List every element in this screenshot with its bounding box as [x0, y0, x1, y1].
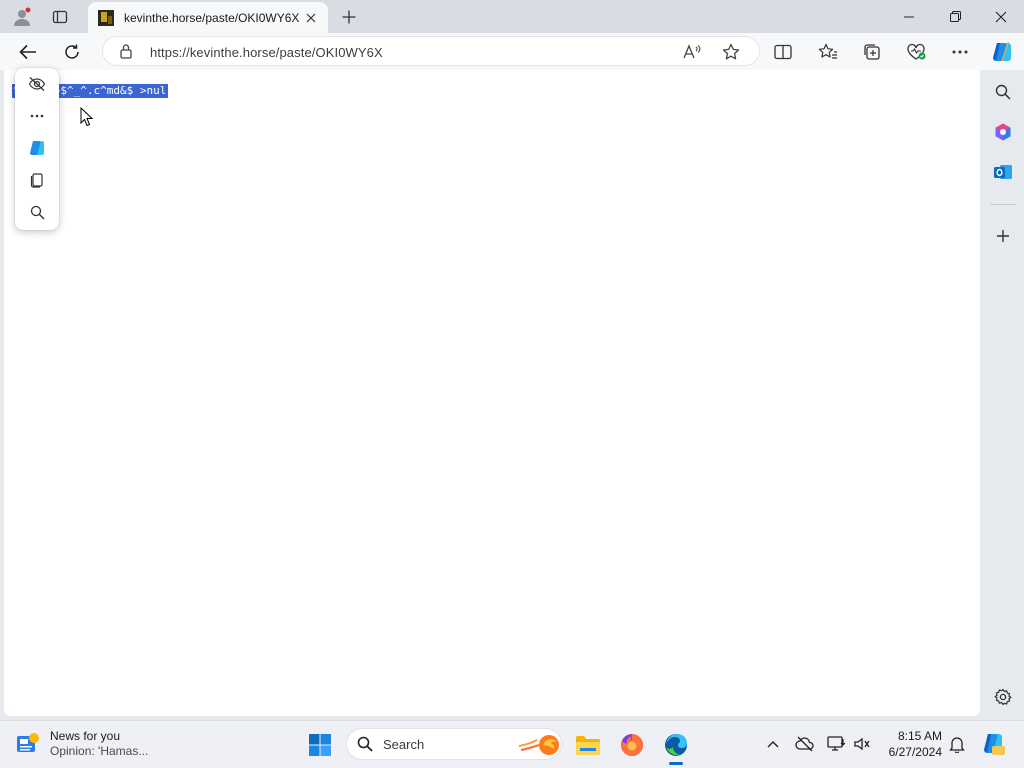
- clock-date: 6/27/2024: [888, 745, 942, 759]
- folder-icon: [576, 736, 600, 755]
- search-label: Search: [383, 737, 425, 752]
- favorites-button[interactable]: [813, 37, 843, 67]
- copilot-button[interactable]: [988, 38, 1016, 66]
- close-icon: [306, 13, 316, 22]
- eye-off-icon: [28, 77, 46, 91]
- tab-strip: kevinthe.horse/paste/OKI0WY6X: [0, 0, 1024, 33]
- volume-tray[interactable]: [851, 733, 873, 755]
- taskbar-search-box[interactable]: Search: [346, 728, 562, 760]
- taskbar-firefox[interactable]: [616, 729, 648, 761]
- split-screen-button[interactable]: [768, 37, 798, 67]
- split-screen-icon: [774, 44, 792, 60]
- search-selection-button[interactable]: [25, 200, 49, 224]
- mouse-cursor-icon: [80, 107, 94, 127]
- show-hidden-icons-button[interactable]: [762, 733, 784, 755]
- monitor-network-icon: [827, 736, 846, 751]
- tab-actions-button[interactable]: [47, 5, 73, 29]
- copilot-icon: [30, 141, 44, 155]
- firefox-icon: [621, 733, 644, 756]
- search-highlight-icon: [518, 735, 559, 755]
- outlook-icon: [994, 165, 1012, 179]
- sidebar-search-button[interactable]: [990, 79, 1016, 105]
- active-tab[interactable]: kevinthe.horse/paste/OKI0WY6X: [88, 2, 328, 33]
- read-aloud-button[interactable]: [680, 41, 704, 63]
- news-icon: [17, 733, 39, 752]
- browser-essentials-icon: [907, 43, 926, 60]
- address-bar[interactable]: https://kevinthe.horse/paste/OKI0WY6X: [102, 36, 760, 66]
- copilot-icon: [984, 734, 1005, 755]
- cloud-offline-icon: [795, 736, 814, 752]
- new-tab-button[interactable]: [336, 5, 362, 29]
- refresh-icon: [65, 44, 79, 59]
- favorites-icon: [818, 43, 837, 59]
- refresh-button[interactable]: [57, 37, 87, 67]
- news-title: News for you: [50, 729, 121, 743]
- ask-copilot-button[interactable]: [25, 136, 49, 160]
- minimize-icon: [904, 16, 914, 17]
- system-clock[interactable]: 8:15 AM 6/27/2024: [876, 728, 942, 760]
- profile-button[interactable]: [9, 5, 35, 29]
- settings-more-button[interactable]: [945, 37, 975, 67]
- more-icon: [30, 114, 44, 118]
- url-text[interactable]: https://kevinthe.horse/paste/OKI0WY6X: [150, 45, 383, 60]
- more-icon: [952, 50, 968, 54]
- site-favicon-icon: [98, 9, 114, 26]
- news-widget[interactable]: News for you Opinion: 'Hamas...: [14, 729, 148, 759]
- active-app-indicator: [669, 762, 683, 765]
- read-aloud-icon: [683, 44, 701, 59]
- favorite-button[interactable]: [719, 41, 743, 63]
- web-page-content: %0^|%0>$^_^.c^md&$ >nul: [4, 70, 980, 716]
- copilot-taskbar-button[interactable]: [980, 731, 1006, 757]
- clock-time: 8:15 AM: [897, 729, 942, 743]
- windows-start-icon[interactable]: [308, 733, 332, 757]
- lock-icon[interactable]: [119, 43, 133, 59]
- edge-icon: [665, 734, 687, 756]
- gear-icon: [994, 688, 1012, 706]
- back-button[interactable]: [13, 37, 43, 67]
- star-icon: [722, 43, 740, 60]
- hide-menu-button[interactable]: [25, 72, 49, 96]
- edge-sidebar: [982, 70, 1024, 716]
- taskbar-edge[interactable]: [660, 729, 692, 765]
- tab-actions-icon: [52, 10, 68, 24]
- sidebar-divider: [990, 204, 1016, 205]
- profile-icon: [14, 7, 31, 26]
- collections-button[interactable]: [857, 37, 887, 67]
- more-options-button[interactable]: [25, 104, 49, 128]
- tab-close-button[interactable]: [302, 9, 320, 27]
- sidebar-outlook-button[interactable]: [990, 159, 1016, 185]
- office-icon: [995, 123, 1011, 141]
- onedrive-tray[interactable]: [794, 733, 816, 755]
- windows-taskbar: News for you Opinion: 'Hamas... Search 8…: [0, 720, 1024, 768]
- browser-essentials-button[interactable]: [901, 37, 931, 67]
- selection-mini-menu: [15, 68, 59, 230]
- copilot-icon: [993, 42, 1011, 62]
- browser-toolbar: https://kevinthe.horse/paste/OKI0WY6X: [0, 33, 1024, 70]
- back-arrow-icon: [19, 44, 36, 60]
- copy-button[interactable]: [25, 168, 49, 192]
- collections-icon: [864, 44, 880, 60]
- sidebar-add-button[interactable]: [990, 223, 1016, 249]
- copy-icon: [30, 173, 43, 188]
- plus-icon: [342, 10, 356, 24]
- window-close-button[interactable]: [978, 0, 1024, 33]
- chevron-up-icon: [767, 741, 779, 748]
- notifications-button[interactable]: [946, 733, 968, 755]
- search-icon: [995, 84, 1011, 100]
- search-icon: [357, 736, 373, 752]
- restore-button[interactable]: [932, 0, 978, 33]
- tab-title: kevinthe.horse/paste/OKI0WY6X: [124, 10, 300, 25]
- news-subtitle: Opinion: 'Hamas...: [50, 744, 149, 758]
- plus-icon: [997, 230, 1009, 242]
- sound-muted-icon: [854, 737, 870, 751]
- taskbar-file-explorer[interactable]: [572, 729, 604, 761]
- sidebar-copilot-button[interactable]: [990, 119, 1016, 145]
- restore-icon: [949, 11, 961, 22]
- minimize-button[interactable]: [886, 0, 932, 33]
- bell-icon: [949, 737, 965, 753]
- close-icon: [995, 11, 1007, 22]
- sidebar-settings-button[interactable]: [990, 684, 1016, 710]
- network-tray[interactable]: [826, 733, 848, 755]
- search-icon: [30, 205, 44, 219]
